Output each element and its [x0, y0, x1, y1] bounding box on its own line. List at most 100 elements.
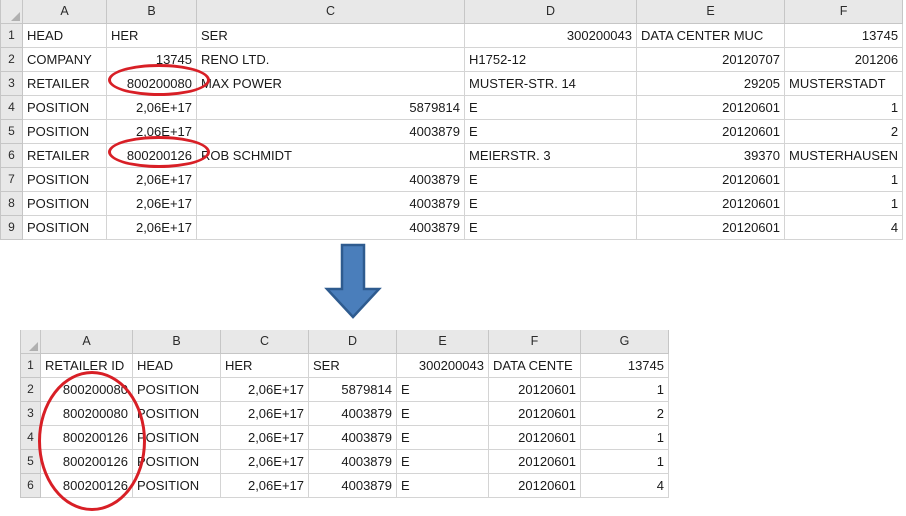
cell-F4[interactable]: 20120601 [488, 424, 581, 450]
column-header-c[interactable]: C [196, 0, 465, 24]
cell-A2[interactable]: COMPANY [22, 46, 107, 72]
cell-B1[interactable]: HEAD [132, 352, 221, 378]
row-header-2[interactable]: 2 [0, 46, 23, 72]
table-row[interactable]: 8 POSITION 2,06E+17 4003879 E 20120601 1 [0, 190, 904, 216]
cell-C5[interactable]: 4003879 [196, 118, 465, 144]
cell-C4[interactable]: 2,06E+17 [220, 424, 309, 450]
cell-B7[interactable]: 2,06E+17 [106, 166, 197, 192]
cell-E5[interactable]: E [396, 448, 489, 474]
row-header-3[interactable]: 3 [20, 400, 41, 426]
column-header-f[interactable]: F [783, 0, 904, 24]
cell-B5[interactable]: POSITION [132, 448, 221, 474]
cell-A4[interactable]: 800200126 [40, 424, 133, 450]
cell-G5[interactable]: 1 [580, 448, 669, 474]
cell-A6[interactable]: RETAILER [22, 142, 107, 168]
table-row[interactable]: 1 HEAD HER SER 300200043 DATA CENTER MUC 13745 [0, 22, 904, 48]
row-header-8[interactable]: 8 [0, 190, 23, 216]
row-header-7[interactable]: 7 [0, 166, 23, 192]
cell-F3[interactable]: 20120601 [488, 400, 581, 426]
cell-F1[interactable]: DATA CENTE [488, 352, 581, 378]
cell-A1[interactable]: RETAILER ID [40, 352, 133, 378]
table-row[interactable]: 2 800200080 POSITION 2,06E+17 5879814 E 201206… [20, 376, 669, 402]
column-header-c[interactable]: C [220, 330, 309, 354]
table-row[interactable]: 9 POSITION 2,06E+17 4003879 E 20120601 4 [0, 214, 904, 240]
column-header-e[interactable]: E [396, 330, 489, 354]
cell-D4[interactable]: 4003879 [308, 424, 397, 450]
column-header-g[interactable]: G [580, 330, 669, 354]
cell-B8[interactable]: 2,06E+17 [106, 190, 197, 216]
cell-E6[interactable]: E [396, 472, 489, 498]
row-header-2[interactable]: 2 [20, 376, 41, 402]
cell-D5[interactable]: 4003879 [308, 448, 397, 474]
cell-E3[interactable]: 29205 [636, 70, 785, 96]
cell-E1[interactable]: DATA CENTER MUC [636, 22, 785, 48]
table-row[interactable]: 3 RETAILER 800200080 MAX POWER MUSTER-STR. 1… [0, 70, 904, 96]
cell-E1[interactable]: 300200043 [396, 352, 489, 378]
cell-G6[interactable]: 4 [580, 472, 669, 498]
row-header-1[interactable]: 1 [20, 352, 41, 378]
cell-E9[interactable]: 20120601 [636, 214, 785, 240]
cell-D8[interactable]: E [464, 190, 637, 216]
cell-F5[interactable]: 2 [783, 118, 904, 144]
cell-G3[interactable]: 2 [580, 400, 669, 426]
cell-D9[interactable]: E [464, 214, 637, 240]
cell-C1[interactable]: HER [220, 352, 309, 378]
cell-A9[interactable]: POSITION [22, 214, 107, 240]
column-header-e[interactable]: E [636, 0, 785, 24]
cell-B6[interactable]: 800200126 [106, 142, 197, 168]
table-row[interactable]: 5 800200126 POSITION 2,06E+17 4003879 E 201206… [20, 448, 669, 474]
cell-A5[interactable]: 800200126 [40, 448, 133, 474]
cell-D3[interactable]: MUSTER-STR. 14 [464, 70, 637, 96]
cell-G4[interactable]: 1 [580, 424, 669, 450]
cell-G2[interactable]: 1 [580, 376, 669, 402]
table-row[interactable]: 4 800200126 POSITION 2,06E+17 4003879 E 201206… [20, 424, 669, 450]
cell-C3[interactable]: MAX POWER [196, 70, 465, 96]
cell-D5[interactable]: E [464, 118, 637, 144]
row-header-1[interactable]: 1 [0, 22, 23, 48]
cell-E7[interactable]: 20120601 [636, 166, 785, 192]
row-header-4[interactable]: 4 [20, 424, 41, 450]
column-header-a[interactable]: A [22, 0, 107, 24]
cell-B4[interactable]: 2,06E+17 [106, 94, 197, 120]
cell-F6[interactable]: MUSTERHAUSEN [783, 142, 904, 168]
cell-A3[interactable]: 800200080 [40, 400, 133, 426]
table-row[interactable]: 4 POSITION 2,06E+17 5879814 E 20120601 1 [0, 94, 904, 120]
cell-D6[interactable]: MEIERSTR. 3 [464, 142, 637, 168]
top-spreadsheet[interactable]: A B C D E F 1 HEAD HER SER 300200043 DATA CEN… [0, 0, 904, 240]
cell-A1[interactable]: HEAD [22, 22, 107, 48]
row-header-9[interactable]: 9 [0, 214, 23, 240]
cell-F1[interactable]: 13745 [783, 22, 904, 48]
cell-B1[interactable]: HER [106, 22, 197, 48]
table-row[interactable]: 7 POSITION 2,06E+17 4003879 E 20120601 1 [0, 166, 904, 192]
cell-D2[interactable]: H1752-12 [464, 46, 637, 72]
row-header-5[interactable]: 5 [20, 448, 41, 474]
cell-B5[interactable]: 2,06E+17 [106, 118, 197, 144]
cell-C8[interactable]: 4003879 [196, 190, 465, 216]
row-header-6[interactable]: 6 [20, 472, 41, 498]
column-header-d[interactable]: D [464, 0, 637, 24]
column-header-b[interactable]: B [106, 0, 197, 24]
cell-F2[interactable]: 20120601 [488, 376, 581, 402]
cell-B4[interactable]: POSITION [132, 424, 221, 450]
column-header-d[interactable]: D [308, 330, 397, 354]
cell-D4[interactable]: E [464, 94, 637, 120]
cell-C3[interactable]: 2,06E+17 [220, 400, 309, 426]
table-row[interactable]: 2 COMPANY 13745 RENO LTD. H1752-12 20120707 20… [0, 46, 904, 72]
table-row[interactable]: 6 800200126 POSITION 2,06E+17 4003879 E 201206… [20, 472, 669, 498]
row-header-4[interactable]: 4 [0, 94, 23, 120]
cell-C6[interactable]: 2,06E+17 [220, 472, 309, 498]
cell-A2[interactable]: 800200080 [40, 376, 133, 402]
cell-F4[interactable]: 1 [783, 94, 904, 120]
cell-A8[interactable]: POSITION [22, 190, 107, 216]
table-row[interactable]: 6 RETAILER 800200126 ROB SCHMIDT MEIERSTR. 3… [0, 142, 904, 168]
cell-B2[interactable]: POSITION [132, 376, 221, 402]
cell-A6[interactable]: 800200126 [40, 472, 133, 498]
bottom-spreadsheet[interactable]: A B C D E F G 1 RETAILER ID HEAD HER SER 3002… [20, 330, 669, 498]
cell-B6[interactable]: POSITION [132, 472, 221, 498]
cell-F9[interactable]: 4 [783, 214, 904, 240]
cell-F3[interactable]: MUSTERSTADT [783, 70, 904, 96]
cell-F2[interactable]: 201206 [783, 46, 904, 72]
cell-F5[interactable]: 20120601 [488, 448, 581, 474]
cell-C1[interactable]: SER [196, 22, 465, 48]
cell-D1[interactable]: SER [308, 352, 397, 378]
